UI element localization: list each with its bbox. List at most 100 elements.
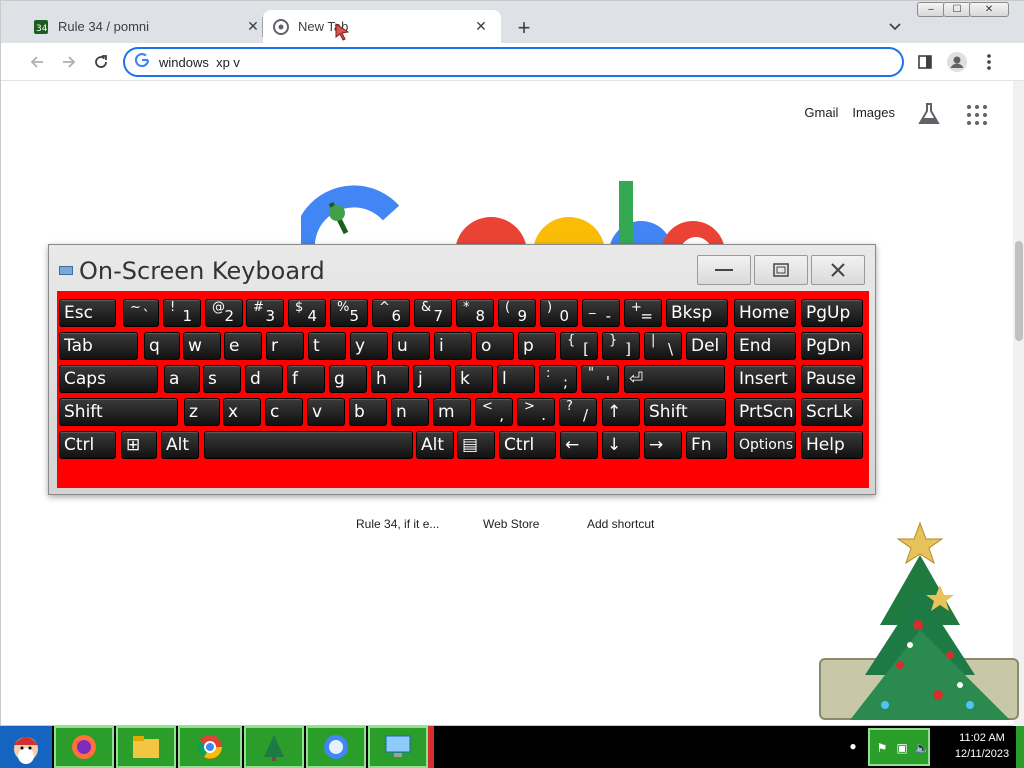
key-esc[interactable]: Esc [59,299,116,327]
google-apps-icon[interactable] [967,105,987,125]
key-x[interactable]: x [223,398,261,426]
key-bksp[interactable]: Bksp [666,299,728,327]
key-ctrl[interactable]: Ctrl [499,431,556,459]
volume-icon[interactable]: 🔈 [912,738,932,758]
taskbar-christmas-tree[interactable] [244,726,304,768]
gmail-link[interactable]: Gmail [804,105,838,120]
key-t[interactable]: t [308,332,346,360]
tab-rule34[interactable]: 34 Rule 34 / pomni ✕ [23,10,273,43]
key-n[interactable]: n [391,398,429,426]
tab-new-tab[interactable]: New Tab ✕ [263,10,501,43]
key-h[interactable]: h [371,365,409,393]
key-symbol-2-10[interactable]: :; [539,365,577,393]
taskbar-firefox[interactable] [54,726,114,768]
key-alt[interactable]: Alt [416,431,454,459]
key-z[interactable]: z [184,398,220,426]
kebab-menu-icon[interactable] [977,50,1001,74]
christmas-tree-gadget[interactable] [840,515,1024,726]
profile-avatar-icon[interactable] [945,50,969,74]
labs-flask-icon[interactable] [916,101,942,127]
key-symbol-1-13[interactable]: | \ [644,332,682,360]
taskbar-file-explorer[interactable] [116,726,176,768]
key-p[interactable]: p [518,332,556,360]
key-a[interactable]: a [164,365,200,393]
start-button[interactable] [0,726,52,768]
side-panel-icon[interactable] [913,50,937,74]
reload-icon[interactable] [89,50,113,74]
key-9[interactable]: (9 [498,299,536,327]
key-fn[interactable]: Fn [686,431,727,459]
show-desktop-button[interactable] [1016,726,1024,768]
key-e[interactable]: e [224,332,262,360]
key-v[interactable]: v [307,398,345,426]
key-symbol-3-11[interactable]: ↑ [602,398,640,426]
key-help[interactable]: Help [801,431,863,459]
key-symbol-3-9[interactable]: >. [517,398,555,426]
key-6[interactable]: ^ 6 [372,299,410,327]
shortcut-web-store[interactable]: Web Store [483,517,539,531]
tray-dot-icon[interactable]: ● [843,736,863,756]
key-8[interactable]: * 8 [456,299,494,327]
key-0[interactable]: ) 0 [540,299,578,327]
key-u[interactable]: u [392,332,430,360]
shortcut-add[interactable]: Add shortcut [587,517,654,531]
taskbar-messenger[interactable] [306,726,366,768]
close-tab-icon[interactable]: ✕ [471,17,491,37]
key-scrlk[interactable]: ScrLk [801,398,863,426]
forward-icon[interactable] [57,50,81,74]
close-tab-icon[interactable]: ✕ [243,17,263,37]
system-clock[interactable]: 11:02 AM 12/11/2023 [942,730,1022,762]
flag-icon[interactable]: ⚑ [872,738,892,758]
shortcut-rule34[interactable]: Rule 34, if it e... [356,517,439,531]
key-c[interactable]: c [265,398,303,426]
osk-close-button[interactable] [811,255,865,285]
key-symbol-1-12[interactable]: }] [602,332,640,360]
key-5[interactable]: % 5 [330,299,368,327]
key-prtscn[interactable]: PrtScn [734,398,796,426]
key-w[interactable]: w [183,332,221,360]
key-pgup[interactable]: PgUp [801,299,863,327]
key-i[interactable]: i [434,332,472,360]
key-ctrl[interactable]: Ctrl [59,431,116,459]
key-pause[interactable]: Pause [801,365,863,393]
key-symbol-0-1[interactable]: ~ ` [123,299,159,327]
key-symbol-4-7[interactable]: ← [560,431,598,459]
key-shift[interactable]: Shift [644,398,726,426]
osk-maximize-button[interactable] [754,255,808,285]
key-home[interactable]: Home [734,299,796,327]
taskbar-computer[interactable] [368,726,428,768]
key-m[interactable]: m [433,398,471,426]
key-symbol-2-11[interactable]: " ' [581,365,619,393]
chevron-down-icon[interactable] [885,17,905,37]
key-symbol-4-5[interactable]: ▤ [457,431,495,459]
key-7[interactable]: & 7 [414,299,452,327]
key-j[interactable]: j [413,365,451,393]
images-link[interactable]: Images [852,105,895,120]
key-1[interactable]: ! 1 [163,299,201,327]
key-k[interactable]: k [455,365,493,393]
key-3[interactable]: #3 [246,299,284,327]
key-caps[interactable]: Caps [59,365,158,393]
key-symbol-3-10[interactable]: ? / [559,398,597,426]
key-shift[interactable]: Shift [59,398,178,426]
key-o[interactable]: o [476,332,514,360]
close-window-button[interactable]: ✕ [969,2,1009,17]
key-symbol-2-12[interactable]: ⏎ [624,365,725,393]
key-symbol-3-8[interactable]: <, [475,398,513,426]
back-icon[interactable] [25,50,49,74]
key-l[interactable]: l [497,365,535,393]
key-r[interactable]: r [266,332,304,360]
key-g[interactable]: g [329,365,367,393]
minimize-button[interactable]: – [917,2,945,17]
key-pgdn[interactable]: PgDn [801,332,863,360]
key-s[interactable]: s [203,365,241,393]
osk-titlebar[interactable]: On-Screen Keyboard [49,245,875,290]
key-symbol-4-1[interactable]: ⊞ [121,431,157,459]
key-2[interactable]: @2 [205,299,243,327]
address-bar[interactable]: windows xp v [123,47,904,77]
new-tab-button[interactable]: + [511,15,537,41]
key-symbol-1-11[interactable]: {[ [560,332,598,360]
key-d[interactable]: d [245,365,283,393]
osk-minimize-button[interactable] [697,255,751,285]
key-options[interactable]: Options [734,431,796,459]
